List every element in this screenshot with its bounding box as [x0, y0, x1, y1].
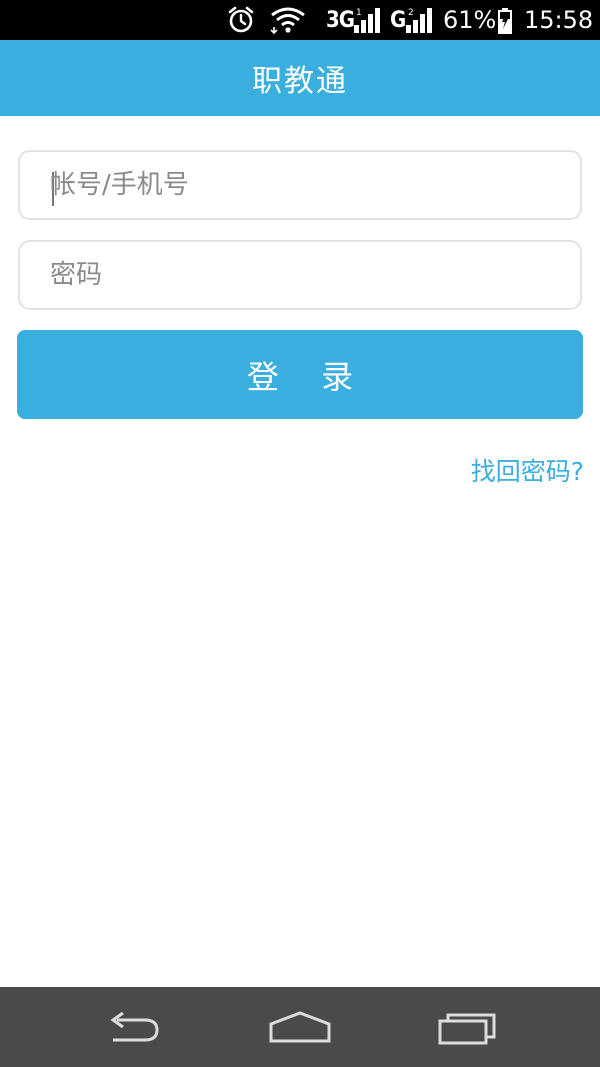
network-type-2: G	[390, 7, 406, 33]
title-bar: 职教通	[0, 40, 600, 116]
alarm-icon	[226, 0, 256, 40]
signal-icon: 1	[352, 0, 384, 40]
password-input[interactable]	[50, 242, 570, 308]
home-icon[interactable]	[240, 987, 360, 1067]
page-title: 职教通	[252, 64, 348, 99]
battery-percent: 61%	[443, 6, 497, 34]
svg-text:2: 2	[408, 8, 414, 18]
recent-apps-icon[interactable]	[408, 987, 528, 1067]
wifi-icon	[268, 0, 308, 40]
network-type-1: 3G	[326, 7, 355, 33]
account-input[interactable]	[50, 152, 570, 218]
login-button[interactable]: 登 录	[17, 330, 583, 419]
back-icon[interactable]	[73, 987, 193, 1067]
battery-charging-icon	[497, 0, 513, 40]
clock: 15:58	[524, 6, 594, 34]
svg-text:1: 1	[356, 8, 362, 18]
password-field[interactable]	[18, 240, 582, 310]
status-bar: 3G 1 G 2 61% 15:58	[0, 0, 600, 40]
navigation-bar	[0, 987, 600, 1067]
account-field[interactable]	[18, 150, 582, 220]
login-screen: 3G 1 G 2 61% 15:58 职教通 帐号/手机号 登 录 找回密码?	[0, 0, 600, 1067]
signal-icon: 2	[404, 0, 436, 40]
forgot-password-link[interactable]: 找回密码?	[471, 452, 584, 488]
